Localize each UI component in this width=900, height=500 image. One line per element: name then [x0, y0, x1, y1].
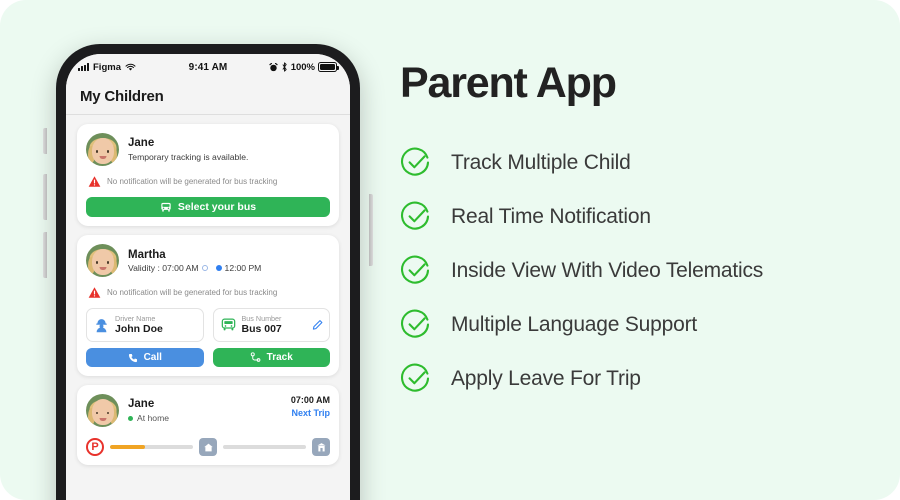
warning-text: No notification will be generated for bu… — [107, 288, 278, 297]
driver-info-box: Driver Name John Doe — [86, 308, 204, 343]
check-circle-icon — [401, 363, 430, 392]
trip-time: 07:00 AM — [290, 395, 330, 406]
phone-mockup: Figma 9:41 AM 100% My Children Jane Temp… — [43, 44, 373, 500]
child-subtitle: Temporary tracking is available. — [128, 151, 249, 162]
warning-triangle-icon — [88, 287, 101, 298]
child-card-jane-next-trip[interactable]: Jane At home 07:00 AM Next Trip P — [77, 385, 339, 466]
feature-item-real-time-notification: Real Time Notification — [400, 201, 880, 233]
driver-value: John Doe — [115, 323, 163, 336]
promo-banner: Figma 9:41 AM 100% My Children Jane Temp… — [0, 0, 900, 500]
bus-column: Bus Number Bus 007 Track — [212, 308, 330, 368]
status-bar: Figma 9:41 AM 100% — [66, 54, 350, 80]
carrier-label: Figma — [93, 61, 121, 73]
headline: Parent App — [400, 59, 617, 107]
phone-volume-down-button[interactable] — [43, 232, 47, 278]
page-title: My Children — [80, 88, 164, 105]
wifi-icon — [125, 63, 136, 71]
validity-end-label: 12:00 PM — [224, 262, 262, 273]
child-card-jane-temporary[interactable]: Jane Temporary tracking is available. No… — [77, 124, 339, 226]
warning-text: No notification will be generated for bu… — [107, 177, 278, 186]
next-trip-link[interactable]: Next Trip — [291, 407, 330, 420]
bus-label: Bus Number — [241, 314, 282, 323]
child-avatar — [86, 133, 119, 166]
call-label: Call — [143, 352, 162, 364]
phone-icon — [128, 353, 137, 363]
battery-percent-label: 100% — [290, 61, 315, 73]
trip-progress: P — [86, 438, 330, 457]
bus-icon — [221, 318, 235, 331]
pickup-point-p-icon: P — [86, 438, 104, 457]
track-label: Track — [266, 352, 293, 364]
call-driver-button[interactable]: Call — [86, 348, 204, 368]
bus-value: Bus 007 — [241, 323, 282, 336]
child-name: Jane — [128, 398, 155, 411]
phone-screen: Figma 9:41 AM 100% My Children Jane Temp… — [66, 54, 350, 500]
child-name: Martha — [128, 249, 166, 262]
feature-item-multiple-language-support: Multiple Language Support — [400, 309, 880, 341]
select-your-bus-label: Select your bus — [177, 201, 257, 213]
child-card-martha[interactable]: Martha Validity : 07:00 AM 12:00 PM No n… — [77, 235, 339, 377]
nav-header: My Children — [66, 80, 350, 115]
child-name: Jane — [128, 136, 155, 149]
school-icon — [312, 438, 330, 457]
phone-mute-switch[interactable] — [43, 128, 47, 154]
driver-label: Driver Name — [115, 314, 156, 323]
bus-icon — [161, 202, 171, 212]
feature-item-inside-view-video-telematics: Inside View With Video Telematics — [400, 255, 880, 287]
trip-progress-bar-2 — [223, 445, 306, 450]
feature-label: Apply Leave For Trip — [451, 367, 641, 390]
select-your-bus-button[interactable]: Select your bus — [86, 197, 330, 217]
home-icon — [199, 438, 217, 457]
child-status: At home — [128, 412, 169, 424]
feature-label: Multiple Language Support — [451, 313, 698, 336]
child-status-label: At home — [137, 413, 170, 424]
battery-full-icon — [318, 62, 339, 72]
phone-volume-up-button[interactable] — [43, 174, 47, 220]
driver-column: Driver Name John Doe Call — [86, 308, 204, 368]
feature-item-apply-leave-for-trip: Apply Leave For Trip — [400, 363, 880, 395]
bus-info-box: Bus Number Bus 007 — [212, 308, 330, 343]
check-circle-icon — [401, 255, 430, 284]
feature-label: Track Multiple Child — [451, 151, 631, 174]
phone-power-button[interactable] — [369, 194, 373, 266]
track-bus-button[interactable]: Track — [212, 348, 330, 368]
bluetooth-icon — [282, 62, 287, 72]
warning-triangle-icon — [88, 176, 101, 187]
child-avatar — [86, 394, 119, 428]
feature-label: Real Time Notification — [451, 205, 651, 228]
track-route-icon — [250, 352, 261, 363]
feature-item-track-multiple-child: Track Multiple Child — [400, 147, 880, 179]
child-avatar — [86, 244, 119, 277]
signal-bars-icon — [78, 63, 89, 71]
filled-blue-dot-icon — [215, 264, 222, 271]
driver-person-icon — [96, 318, 107, 332]
validity-row: Validity : 07:00 AM 12:00 PM — [128, 263, 261, 273]
check-circle-icon — [401, 201, 430, 230]
validity-start-label: Validity : 07:00 AM — [128, 262, 199, 273]
check-circle-icon — [401, 309, 430, 338]
feature-panel: Parent App Track Multiple Child Real Tim… — [400, 62, 880, 417]
children-list[interactable]: Jane Temporary tracking is available. No… — [66, 115, 350, 500]
alarm-clock-icon — [269, 62, 278, 71]
hollow-circle-icon — [201, 264, 208, 271]
feature-label: Inside View With Video Telematics — [451, 259, 764, 282]
check-circle-icon — [401, 147, 430, 176]
green-status-dot — [128, 416, 133, 422]
pencil-edit-icon[interactable] — [312, 320, 323, 331]
trip-progress-bar-1 — [110, 445, 193, 450]
